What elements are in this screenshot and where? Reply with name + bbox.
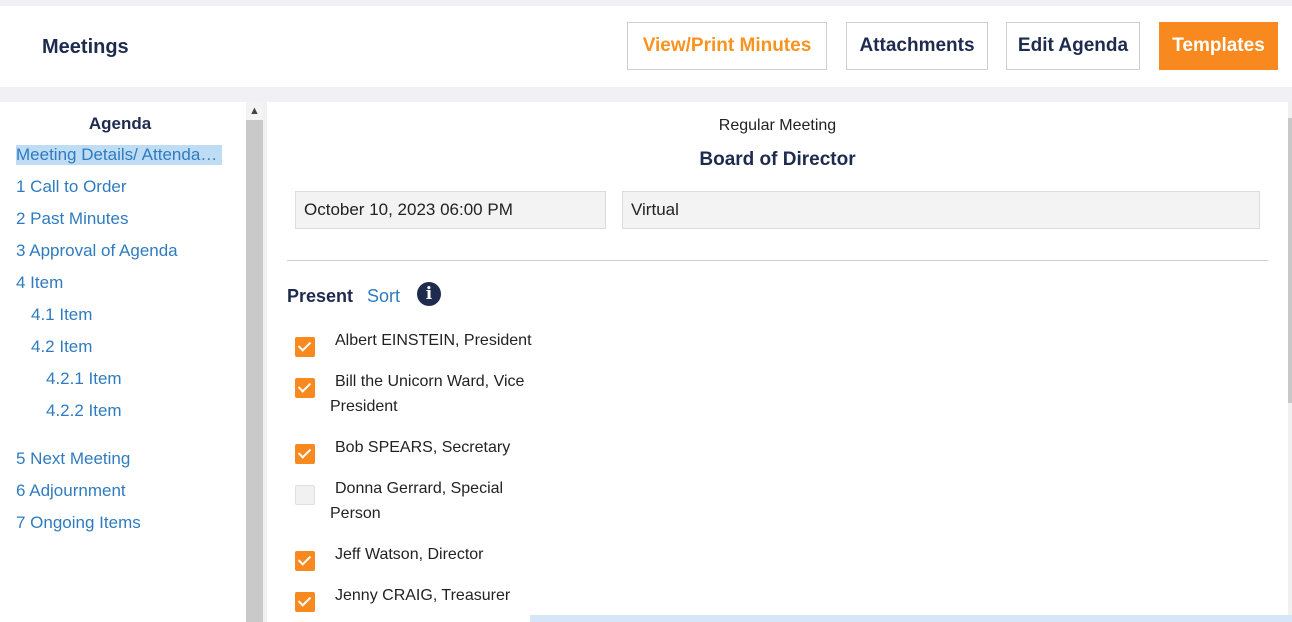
attendee-name: Donna Gerrard, Special Person [330, 480, 504, 522]
meeting-body-name: Board of Director [699, 149, 856, 170]
info-icon[interactable]: i [417, 282, 441, 306]
attendee-checkbox[interactable] [295, 444, 315, 464]
edit-agenda-button[interactable]: Edit Agenda [1006, 22, 1140, 70]
sidebar-item-meeting-details[interactable]: Meeting Details/ Attendance [16, 145, 222, 165]
attendee-name: Albert EINSTEIN, President [335, 332, 532, 349]
sidebar-item-4-2[interactable]: 4.2 Item [31, 337, 92, 357]
sidebar-item-4[interactable]: 4 Item [16, 273, 63, 293]
view-print-minutes-button[interactable]: View/Print Minutes [627, 22, 827, 70]
attendee-checkbox[interactable] [295, 337, 315, 357]
sidebar-item-past-minutes[interactable]: 2 Past Minutes [16, 209, 128, 229]
top-header: Meetings View/Print Minutes Attachments … [0, 6, 1292, 87]
attendee-name: Bill the Unicorn Ward, Vice President [330, 373, 525, 415]
meeting-details-panel: Regular Meeting Board of Director Octobe… [267, 102, 1288, 622]
attendee-checkbox[interactable] [295, 551, 315, 571]
meeting-location-field: Virtual [622, 191, 1260, 229]
sidebar-item-approval-of-agenda[interactable]: 3 Approval of Agenda [16, 241, 178, 261]
sidebar-item-next-meeting[interactable]: 5 Next Meeting [16, 449, 130, 469]
templates-button[interactable]: Templates [1159, 22, 1278, 70]
sidebar-scrollbar-thumb[interactable] [246, 120, 263, 622]
attendee-checkbox[interactable] [295, 485, 315, 505]
attendee-checkbox[interactable] [295, 378, 315, 398]
bottom-highlight-strip [530, 615, 1292, 622]
meeting-type: Regular Meeting [718, 117, 837, 134]
attendee-name: Jenny CRAIG, Treasurer [335, 587, 511, 604]
meeting-datetime-field: October 10, 2023 06:00 PM [295, 191, 606, 229]
sidebar-item-adjournment[interactable]: 6 Adjournment [16, 481, 126, 501]
sort-link[interactable]: Sort [367, 286, 400, 307]
present-heading: Present [287, 286, 354, 306]
attendee-checkbox[interactable] [295, 592, 315, 612]
sidebar-item-4-2-2[interactable]: 4.2.2 Item [46, 401, 122, 421]
attendee-name: Jeff Watson, Director [335, 546, 484, 563]
sidebar-item-4-2-1[interactable]: 4.2.1 Item [46, 369, 122, 389]
page-title: Meetings [42, 36, 129, 58]
sidebar-item-4-1[interactable]: 4.1 Item [31, 305, 92, 325]
sidebar-item-call-to-order[interactable]: 1 Call to Order [16, 177, 127, 197]
section-divider [287, 260, 1268, 261]
sidebar-item-ongoing-items[interactable]: 7 Ongoing Items [16, 513, 141, 533]
agenda-heading: Agenda [88, 114, 152, 133]
agenda-sidebar: Agenda Meeting Details/ Attendance 1 Cal… [0, 102, 246, 622]
attendee-name: Bob SPEARS, Secretary [335, 439, 511, 456]
attachments-button[interactable]: Attachments [846, 22, 988, 70]
main-scrollbar-thumb[interactable] [1288, 118, 1292, 403]
scroll-up-arrow-icon[interactable]: ▲ [246, 102, 263, 120]
